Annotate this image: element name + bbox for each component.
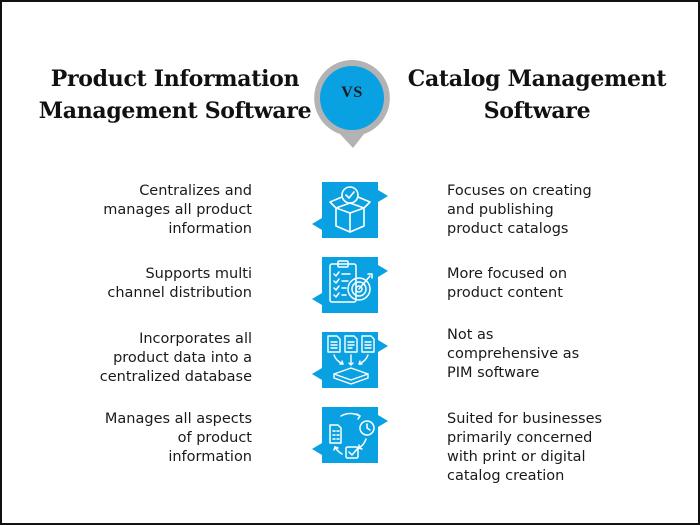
pim-point-3-line: product data into a	[113, 350, 252, 366]
catalog-point-1-line: Focuses on creating	[447, 183, 592, 199]
catalog-point-1-line: and publishing	[447, 202, 554, 218]
vs-label: VS	[341, 84, 363, 101]
catalog-point-4-line: catalog creation	[447, 468, 565, 484]
catalog-title-line-1: Catalog Management	[407, 66, 667, 92]
pim-point-2-line: Supports multi	[145, 266, 252, 282]
catalog-point-4-line: with print or digital	[447, 449, 586, 465]
catalog-point-3-line: comprehensive as	[447, 346, 580, 362]
pim-point-2: Supports multi channel distribution	[12, 265, 252, 303]
pim-point-1-line: manages all product	[103, 202, 252, 218]
pim-point-4-line: Manages all aspects	[104, 411, 252, 427]
pim-point-1: Centralizes and manages all product info…	[12, 182, 252, 239]
pim-point-2-line: channel distribution	[107, 285, 252, 301]
pim-point-1-line: Centralizes and	[139, 183, 252, 199]
pim-title-line-2: Management Software	[38, 98, 312, 124]
pim-point-3-line: centralized database	[99, 369, 252, 385]
pim-point-4: Manages all aspects of product informati…	[12, 410, 252, 467]
catalog-point-1: Focuses on creating and publishing produ…	[447, 182, 667, 239]
catalog-point-3-line: PIM software	[447, 365, 540, 381]
pim-point-3: Incorporates all product data into a cen…	[12, 330, 252, 387]
pim-title-line-1: Product Information	[50, 66, 300, 92]
catalog-point-2: More focused on product content	[447, 265, 667, 303]
catalog-point-4-line: Suited for businesses	[447, 411, 603, 427]
pim-point-4-line: information	[168, 449, 252, 465]
box-checkmark-icon	[312, 182, 388, 238]
pim-title: Product Information Management Software	[30, 63, 320, 127]
workflow-cycle-icon	[312, 407, 388, 463]
clipboard-target-icon	[312, 257, 388, 313]
catalog-point-3-line: Not as	[447, 327, 494, 343]
catalog-title-line-2: Software	[483, 98, 591, 124]
catalog-title: Catalog Management Software	[392, 63, 682, 127]
pim-point-3-line: Incorporates all	[139, 331, 252, 347]
catalog-point-2-line: product content	[447, 285, 563, 301]
documents-to-database-icon	[312, 332, 388, 388]
vs-pin-badge	[314, 60, 390, 148]
catalog-point-4: Suited for businesses primarily concerne…	[447, 410, 667, 486]
catalog-point-1-line: product catalogs	[447, 221, 569, 237]
catalog-point-3: Not as comprehensive as PIM software	[447, 326, 667, 383]
pim-point-4-line: of product	[177, 430, 252, 446]
catalog-point-2-line: More focused on	[447, 266, 568, 282]
catalog-point-4-line: primarily concerned	[447, 430, 593, 446]
pim-point-1-line: information	[168, 221, 252, 237]
